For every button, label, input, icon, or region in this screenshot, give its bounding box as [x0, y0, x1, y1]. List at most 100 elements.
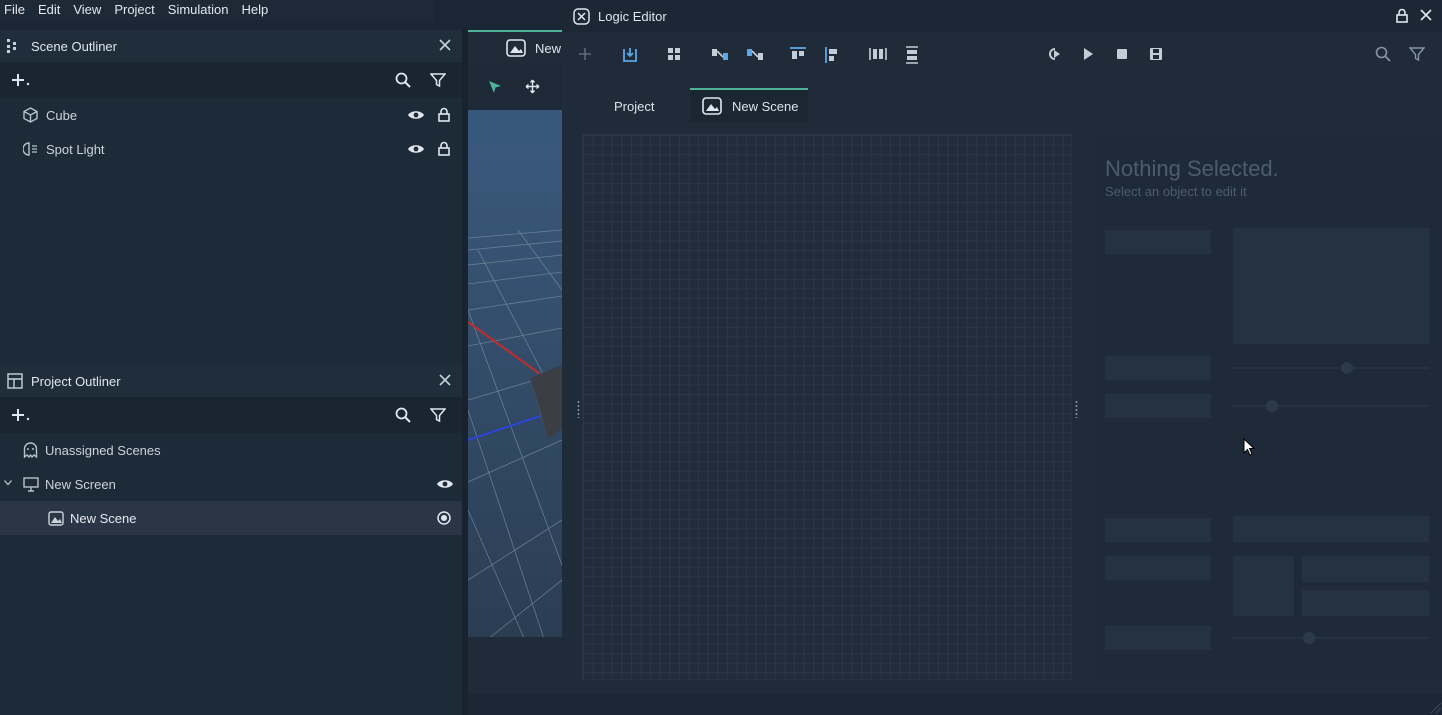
add-icon[interactable]: [577, 46, 595, 64]
list-item[interactable]: New Screen: [0, 467, 462, 501]
status-bar: [562, 693, 1442, 715]
logic-editor-toolbar: [562, 32, 1442, 78]
move-icon[interactable]: [525, 79, 540, 94]
menu-view[interactable]: View: [69, 0, 110, 20]
placeholder-knob: [1266, 400, 1278, 412]
chevron-down-icon[interactable]: [4, 480, 12, 486]
placeholder-knob: [1303, 632, 1315, 644]
list-item[interactable]: Unassigned Scenes: [0, 433, 462, 467]
search-icon[interactable]: [395, 72, 411, 88]
align-top-icon[interactable]: [789, 46, 807, 64]
spotlight-icon: [23, 141, 38, 157]
select-arrow-icon[interactable]: [488, 80, 502, 94]
radio-active-icon[interactable]: [437, 511, 451, 525]
scene-icon: [702, 97, 722, 115]
project-outliner-list: Unassigned Scenes New Screen New Scene: [0, 433, 462, 715]
distribute-vertical-icon[interactable]: [904, 46, 922, 64]
menu-help[interactable]: Help: [237, 0, 277, 20]
menu-project[interactable]: Project: [110, 0, 163, 20]
scene-outliner-panel: Scene Outliner Cube Spot Light: [0, 30, 462, 365]
search-icon[interactable]: [1375, 46, 1393, 64]
monitor-icon: [23, 476, 39, 492]
scene-icon: [48, 510, 64, 526]
project-outliner-panel: Project Outliner Unassigned Scenes New S…: [0, 365, 462, 715]
menu-simulation[interactable]: Simulation: [164, 0, 238, 20]
play-icon[interactable]: [1080, 46, 1098, 64]
placeholder-label: [1105, 556, 1211, 580]
mouse-cursor-icon: [1243, 438, 1255, 456]
tab-label: New Scene: [732, 98, 799, 114]
grid-layout-icon[interactable]: [666, 46, 684, 64]
node-graph-canvas[interactable]: [582, 134, 1072, 680]
placeholder-slider: [1233, 367, 1429, 369]
close-icon[interactable]: [1420, 9, 1432, 21]
save-icon[interactable]: [1148, 46, 1166, 64]
property-panel: Nothing Selected. Select an object to ed…: [1090, 134, 1442, 680]
tab-project[interactable]: Project: [614, 90, 654, 122]
menu-edit[interactable]: Edit: [34, 0, 69, 20]
menu-file[interactable]: File: [0, 0, 34, 20]
viewport-tab-label: New: [535, 40, 562, 56]
add-icon[interactable]: [11, 72, 33, 88]
logic-editor-title: Logic Editor: [598, 8, 667, 24]
outliner-item-label: New Scene: [70, 510, 137, 526]
placeholder-box: [1233, 228, 1429, 344]
viewport-tab[interactable]: New: [468, 32, 562, 64]
viewport-3d[interactable]: New: [468, 30, 562, 693]
scene-outliner-toolbar: [0, 62, 462, 98]
list-item[interactable]: Cube: [0, 98, 462, 132]
close-icon[interactable]: [439, 374, 451, 386]
placeholder-slider: [1233, 637, 1429, 639]
import-icon[interactable]: [621, 46, 639, 64]
search-icon[interactable]: [395, 407, 411, 423]
placeholder-label: [1105, 230, 1211, 254]
resize-handle-left[interactable]: [577, 400, 580, 418]
scene-outliner-header: Scene Outliner: [0, 30, 462, 62]
add-icon[interactable]: [11, 407, 33, 423]
layout-icon: [7, 373, 23, 389]
eye-icon[interactable]: [407, 109, 425, 121]
replay-icon[interactable]: [1045, 46, 1063, 64]
resize-handle-right[interactable]: [1075, 400, 1078, 418]
logic-editor-tabs: Project New Scene: [562, 86, 1442, 122]
placeholder-field: [1302, 590, 1429, 616]
ghost-icon: [23, 442, 38, 458]
filter-icon[interactable]: [1409, 46, 1427, 64]
stop-icon[interactable]: [1114, 46, 1132, 64]
logic-editor-panel: Logic Editor Project New Scene Nothing S…: [562, 0, 1442, 715]
lock-icon[interactable]: [438, 107, 450, 122]
connect-left-icon[interactable]: [746, 46, 764, 64]
list-item[interactable]: Spot Light: [0, 132, 462, 166]
scene-outliner-title: Scene Outliner: [31, 38, 117, 54]
align-left-icon[interactable]: [824, 46, 842, 64]
close-icon[interactable]: [439, 39, 451, 51]
project-outliner-toolbar: [0, 397, 462, 433]
filter-icon[interactable]: [430, 407, 446, 423]
viewport-toolbar: [468, 64, 562, 110]
tab-new-scene[interactable]: New Scene: [690, 90, 808, 122]
connect-right-icon[interactable]: [711, 46, 729, 64]
placeholder-label: [1105, 356, 1211, 380]
placeholder-label: [1105, 626, 1211, 650]
scene-icon: [506, 39, 526, 57]
list-item[interactable]: New Scene: [0, 501, 462, 535]
placeholder-label: [1105, 518, 1211, 542]
placeholder-swatch: [1233, 556, 1294, 616]
lock-icon[interactable]: [438, 141, 450, 156]
eye-icon[interactable]: [436, 478, 454, 490]
resize-grip-icon[interactable]: [1430, 702, 1442, 714]
scene-outliner-list: Cube Spot Light: [0, 98, 462, 365]
logic-editor-header: Logic Editor: [562, 0, 1442, 32]
empty-state-hint: Select an object to edit it: [1105, 184, 1247, 199]
outliner-item-label: Cube: [46, 107, 78, 123]
outliner-item-label: New Screen: [45, 476, 116, 492]
lock-icon[interactable]: [1396, 8, 1408, 23]
placeholder-label: [1105, 394, 1211, 418]
distribute-horizontal-icon[interactable]: [869, 46, 887, 64]
viewport-canvas[interactable]: [468, 110, 562, 693]
eye-icon[interactable]: [407, 143, 425, 155]
menu-bar: File Edit View Project Simulation Help: [0, 0, 434, 20]
tab-label: Project: [614, 98, 655, 114]
top-spacer: [434, 0, 562, 30]
filter-icon[interactable]: [430, 72, 446, 88]
